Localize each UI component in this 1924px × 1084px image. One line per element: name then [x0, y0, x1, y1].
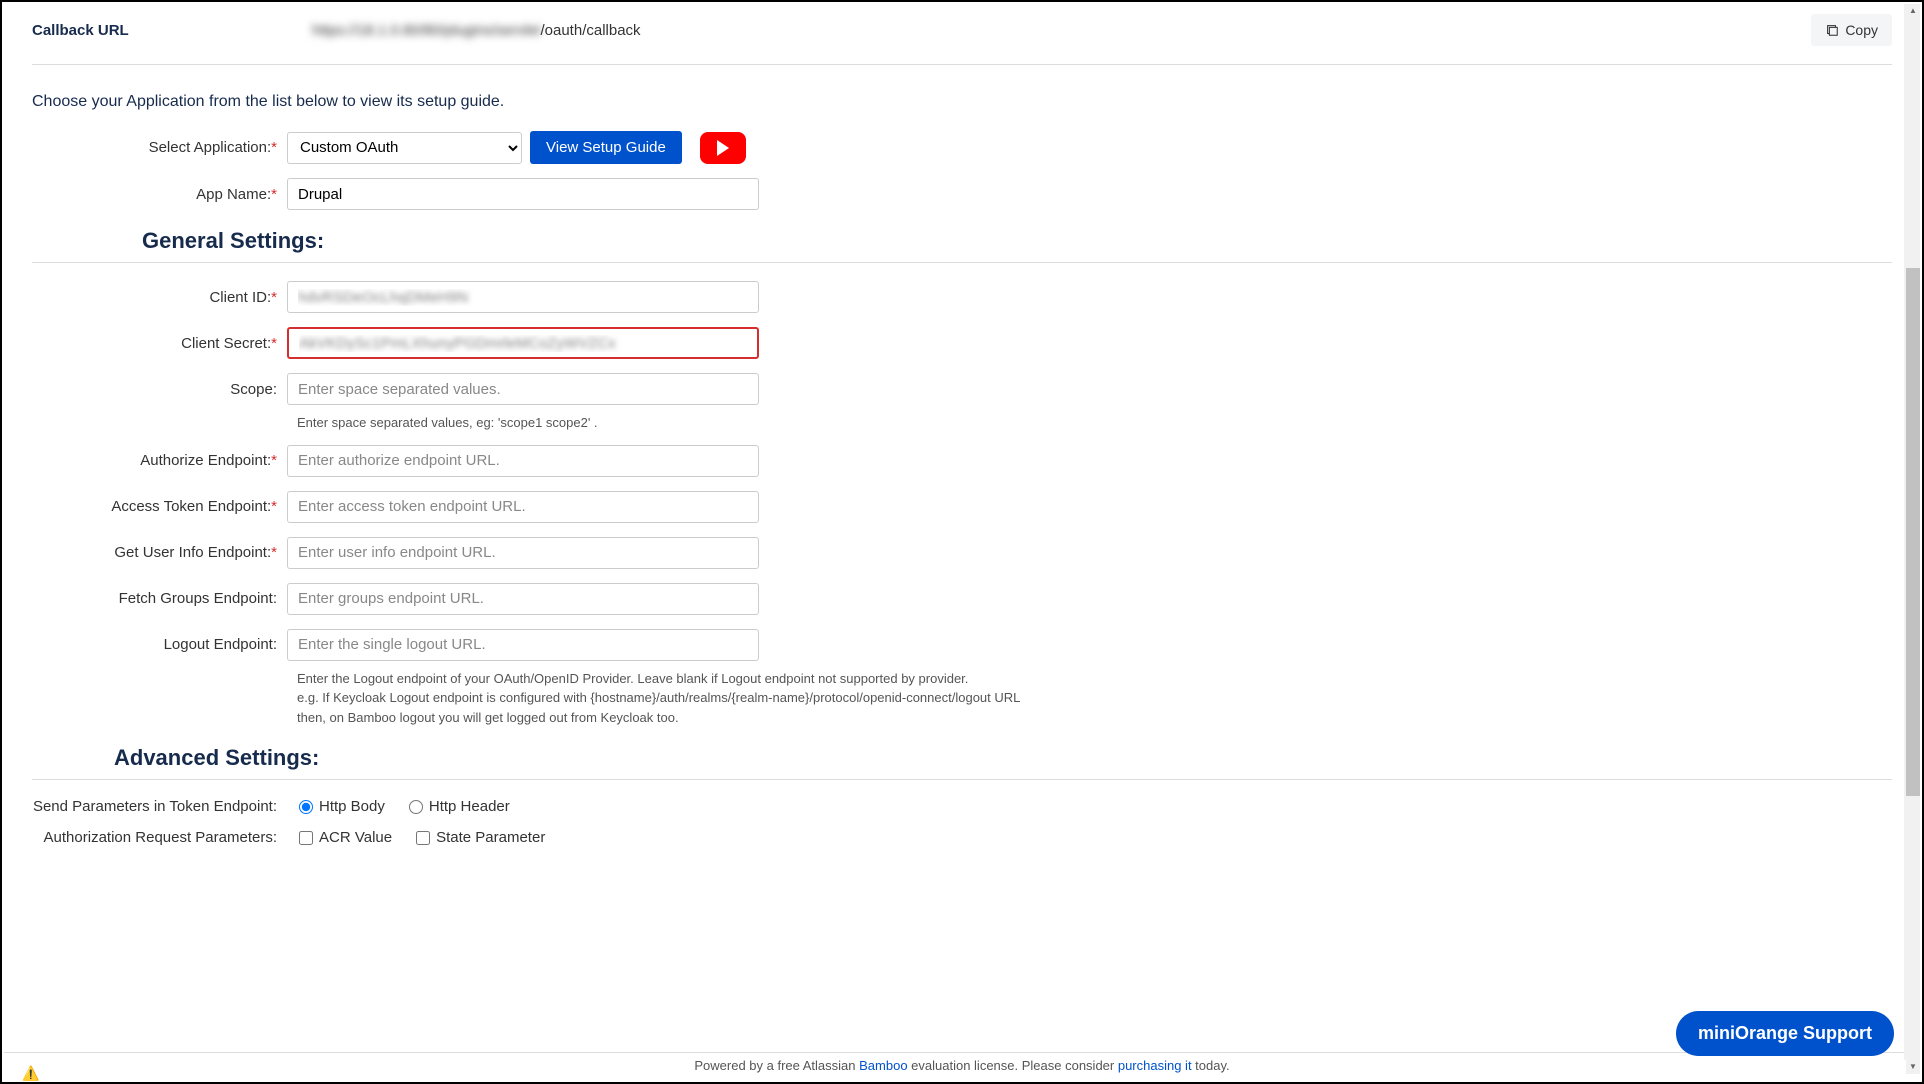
access-token-endpoint-label: Access Token Endpoint:*: [32, 498, 287, 515]
authorize-endpoint-input[interactable]: [287, 445, 759, 477]
youtube-icon[interactable]: [700, 132, 746, 164]
fetch-groups-endpoint-label: Fetch Groups Endpoint:: [32, 590, 287, 607]
footer: Powered by a free Atlassian Bamboo evalu…: [4, 1052, 1920, 1080]
scope-label: Scope:: [32, 381, 287, 398]
fetch-groups-endpoint-input[interactable]: [287, 583, 759, 615]
send-parameters-label: Send Parameters in Token Endpoint:: [32, 798, 287, 815]
client-id-input[interactable]: [287, 281, 759, 313]
logout-endpoint-label: Logout Endpoint:: [32, 636, 287, 653]
miniorange-support-button[interactable]: miniOrange Support: [1676, 1011, 1894, 1056]
advanced-settings-heading: Advanced Settings:: [114, 745, 1892, 771]
access-token-endpoint-input[interactable]: [287, 491, 759, 523]
http-body-radio-label[interactable]: Http Body: [299, 798, 385, 815]
http-header-radio-label[interactable]: Http Header: [409, 798, 510, 815]
client-secret-input[interactable]: [287, 327, 759, 359]
callback-url-value: https://18.1.0.80/80/plugins/servlet/oau…: [312, 22, 1811, 39]
state-parameter-checkbox-label[interactable]: State Parameter: [416, 829, 545, 846]
logout-help-text: Enter the Logout endpoint of your OAuth/…: [297, 669, 1892, 728]
scrollbar-track[interactable]: [1904, 4, 1920, 1060]
user-info-endpoint-label: Get User Info Endpoint:*: [32, 544, 287, 561]
view-setup-guide-button[interactable]: View Setup Guide: [530, 131, 682, 164]
acr-value-checkbox-label[interactable]: ACR Value: [299, 829, 392, 846]
auth-request-params-label: Authorization Request Parameters:: [32, 829, 287, 846]
bamboo-link[interactable]: Bamboo: [859, 1058, 907, 1073]
scrollbar-thumb[interactable]: [1906, 268, 1920, 796]
scope-help-text: Enter space separated values, eg: 'scope…: [297, 413, 1892, 433]
acr-value-checkbox[interactable]: [299, 831, 313, 845]
general-settings-heading: General Settings:: [142, 228, 1892, 254]
scroll-down-arrow[interactable]: ▼: [1906, 1060, 1920, 1074]
client-id-label: Client ID:*: [32, 289, 287, 306]
http-header-radio[interactable]: [409, 800, 423, 814]
http-body-radio[interactable]: [299, 800, 313, 814]
user-info-endpoint-input[interactable]: [287, 537, 759, 569]
copy-icon: [1825, 23, 1839, 37]
select-application-label: Select Application:*: [32, 139, 287, 156]
app-name-label: App Name:*: [32, 186, 287, 203]
callback-url-label: Callback URL: [32, 22, 312, 39]
logout-endpoint-input[interactable]: [287, 629, 759, 661]
purchasing-link[interactable]: purchasing it: [1118, 1058, 1192, 1073]
app-name-input[interactable]: [287, 178, 759, 210]
state-parameter-checkbox[interactable]: [416, 831, 430, 845]
divider: [32, 779, 1892, 780]
scroll-up-arrow[interactable]: ▲: [1906, 4, 1920, 18]
callback-url-row: Callback URL https://18.1.0.80/80/plugin…: [32, 2, 1892, 65]
copy-button[interactable]: Copy: [1811, 14, 1892, 46]
intro-text: Choose your Application from the list be…: [32, 93, 1892, 111]
warning-icon: ⚠️: [22, 1065, 39, 1082]
divider: [32, 262, 1892, 263]
authorize-endpoint-label: Authorize Endpoint:*: [32, 452, 287, 469]
select-application-dropdown[interactable]: Custom OAuth: [287, 132, 522, 164]
scope-input[interactable]: [287, 373, 759, 405]
client-secret-label: Client Secret:*: [32, 335, 287, 352]
